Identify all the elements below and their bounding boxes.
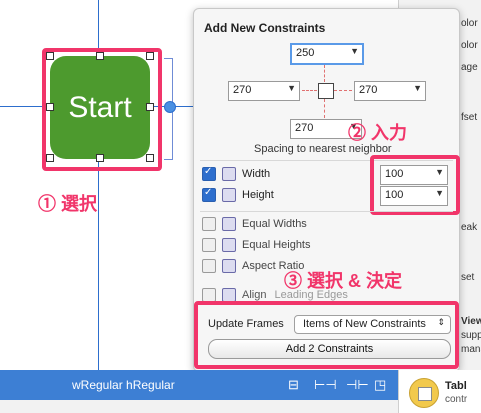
- left-strut-icon[interactable]: [302, 90, 317, 91]
- equal-heights-label: Equal Heights: [242, 239, 311, 251]
- aspect-ratio-icon: [222, 259, 236, 273]
- inspector-fragment: mana: [461, 344, 481, 355]
- inspector-fragment: supp: [461, 330, 481, 341]
- size-class-label[interactable]: wRegular hRegular: [72, 378, 175, 392]
- step2-highlight: [370, 155, 460, 215]
- table-item-subtitle: contr: [445, 394, 468, 405]
- width-label: Width: [242, 168, 271, 180]
- resizing-behavior-icon[interactable]: ◳: [374, 377, 386, 393]
- chevron-down-icon: ▼: [287, 83, 296, 93]
- inspector-fragment: age: [461, 62, 478, 73]
- left-spacing-combo[interactable]: 270 ▼: [228, 81, 300, 101]
- resize-handle-br[interactable]: [146, 154, 154, 162]
- height-label: Height: [242, 189, 274, 201]
- left-spacing-value: 270: [233, 84, 252, 96]
- equal-widths-option[interactable]: Equal Widths: [202, 215, 307, 233]
- bottom-strut-icon[interactable]: [324, 99, 325, 118]
- inspector-fragment: olor: [461, 40, 478, 51]
- inspector-fragment: eak: [461, 222, 478, 233]
- resize-handle-b[interactable]: [96, 154, 104, 162]
- aspect-ratio-checkbox[interactable]: [202, 259, 216, 273]
- view-placeholder-icon: [318, 83, 334, 99]
- height-constraint-icon: [222, 188, 236, 202]
- height-checkbox[interactable]: [202, 187, 216, 202]
- equal-widths-label: Equal Widths: [242, 218, 307, 230]
- resolve-issues-icon[interactable]: ⊣⊢: [346, 377, 369, 393]
- step1-label: ① 選択: [38, 194, 98, 214]
- resize-handle-tr[interactable]: [146, 52, 154, 60]
- resize-handle-t[interactable]: [96, 52, 104, 60]
- table-item-title: Tabl: [445, 380, 467, 392]
- inspector-fragment: set: [461, 272, 475, 283]
- width-checkbox[interactable]: [202, 166, 216, 181]
- chevron-down-icon: ▼: [413, 83, 422, 93]
- popover-title: Add New Constraints: [204, 21, 326, 35]
- step3-label: ③ 選択 & 決定: [284, 271, 403, 291]
- width-option[interactable]: Width: [202, 165, 270, 183]
- pin-menu-icon[interactable]: ⊢⊣: [314, 377, 337, 393]
- equal-widths-checkbox[interactable]: [202, 217, 216, 231]
- step2-label: ② 入力: [348, 123, 408, 143]
- align-icon: [222, 288, 236, 302]
- align-label: Align: [242, 289, 267, 301]
- right-strut-icon[interactable]: [334, 90, 352, 91]
- width-constraint-icon: [222, 167, 236, 181]
- resize-handle-tl[interactable]: [46, 52, 54, 60]
- top-strut-icon[interactable]: [324, 65, 325, 82]
- step3-highlight: [194, 301, 459, 369]
- equal-heights-option[interactable]: Equal Heights: [202, 236, 311, 254]
- right-spacing-value: 270: [359, 84, 378, 96]
- align-checkbox[interactable]: [202, 288, 216, 302]
- inspector-fragment: fset: [461, 112, 478, 123]
- resize-handle-l[interactable]: [46, 103, 54, 111]
- add-constraints-popover: Add New Constraints 250 ▼ 270 ▼ 270 ▼ 27…: [193, 8, 460, 372]
- height-option[interactable]: Height: [202, 186, 274, 204]
- equal-widths-icon: [222, 217, 236, 231]
- equal-heights-checkbox[interactable]: [202, 238, 216, 252]
- bottom-spacing-value: 270: [295, 122, 314, 134]
- top-spacing-value: 250: [296, 47, 315, 59]
- right-spacing-combo[interactable]: 270 ▼: [354, 81, 426, 101]
- top-spacing-combo[interactable]: 250 ▼: [290, 43, 364, 65]
- align-menu-icon[interactable]: ⊟: [288, 377, 299, 393]
- start-button[interactable]: Start: [50, 56, 150, 159]
- pin-dot-icon[interactable]: [164, 101, 176, 113]
- chevron-down-icon: ▼: [350, 46, 359, 56]
- resize-handle-r[interactable]: [146, 103, 154, 111]
- size-class-bar: wRegular hRegular ⊟ ⊢⊣ ⊣⊢ ◳: [0, 370, 398, 400]
- status-strip: [0, 400, 398, 413]
- library-item-table-view[interactable]: Tabl contr: [398, 370, 481, 413]
- divider: [200, 211, 453, 212]
- equal-heights-icon: [222, 238, 236, 252]
- inspector-fragment: olor: [461, 18, 478, 29]
- inspector-fragment: View: [461, 316, 481, 327]
- table-view-icon: [409, 378, 439, 408]
- resize-handle-bl[interactable]: [46, 154, 54, 162]
